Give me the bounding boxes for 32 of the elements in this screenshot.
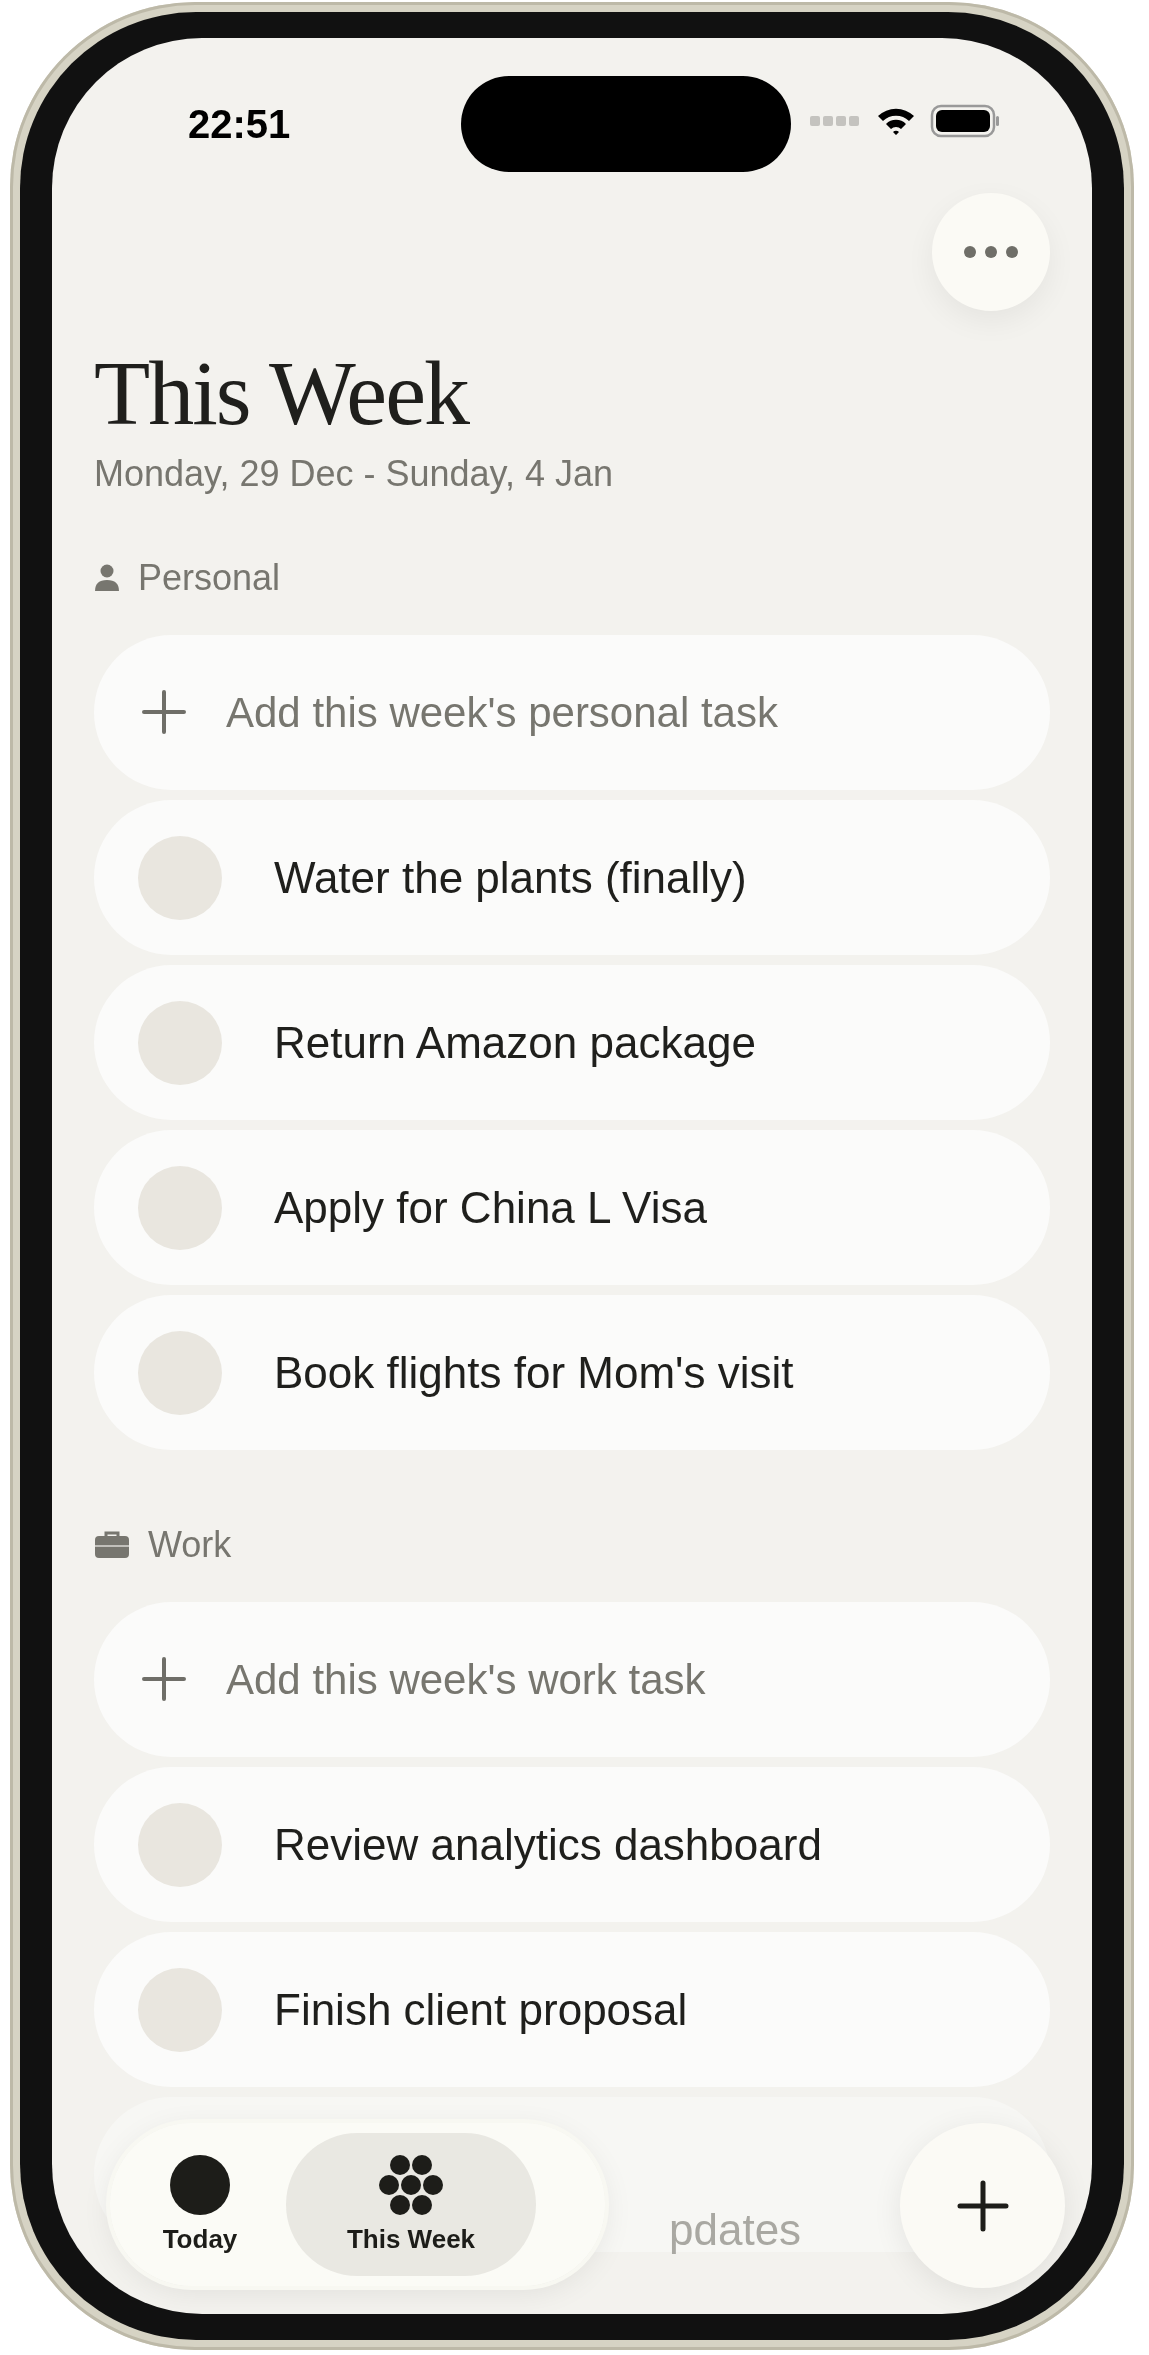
task-row[interactable]: Water the plants (finally): [94, 800, 1050, 955]
battery-icon: [930, 104, 1000, 138]
plus-icon: [956, 2179, 1009, 2232]
task-row[interactable]: Return Amazon package: [94, 965, 1050, 1120]
task-title: Return Amazon package: [274, 1017, 756, 1068]
section-label: Personal: [138, 557, 281, 599]
person-icon: [94, 564, 120, 592]
dot-icon: [169, 2154, 231, 2216]
status-time: 22:51: [188, 102, 291, 147]
task-title: pdates: [669, 2204, 802, 2255]
tab[interactable]: Today: [120, 2133, 280, 2276]
plus-icon: [142, 1657, 186, 1701]
plus-icon: [142, 690, 186, 734]
add-task-field[interactable]: Add this week's personal task: [94, 635, 1050, 790]
task-row[interactable]: Apply for China L Visa: [94, 1130, 1050, 1285]
task-title: Finish client proposal: [274, 1984, 688, 2035]
tab[interactable]: This Week: [286, 2133, 536, 2276]
task-row[interactable]: Book flights for Mom's visit: [94, 1295, 1050, 1450]
task-title: Water the plants (finally): [274, 852, 747, 903]
page-title: This Week: [94, 343, 470, 443]
task-row[interactable]: Finish client proposal: [94, 1932, 1050, 2087]
task-title: Review analytics dashboard: [274, 1819, 822, 1870]
date-range: Monday, 29 Dec - Sunday, 4 Jan: [94, 453, 614, 495]
add-task-field[interactable]: Add this week's work task: [94, 1602, 1050, 1757]
section-label: Work: [148, 1524, 232, 1566]
flower-icon: [378, 2154, 444, 2216]
task-title: Apply for China L Visa: [274, 1182, 707, 1233]
signal-icon: [810, 115, 862, 127]
task-row[interactable]: Review analytics dashboard: [94, 1767, 1050, 1922]
task-title: Book flights for Mom's visit: [274, 1347, 794, 1398]
more-icon: [963, 245, 1019, 259]
briefcase-icon: [94, 1531, 130, 1559]
